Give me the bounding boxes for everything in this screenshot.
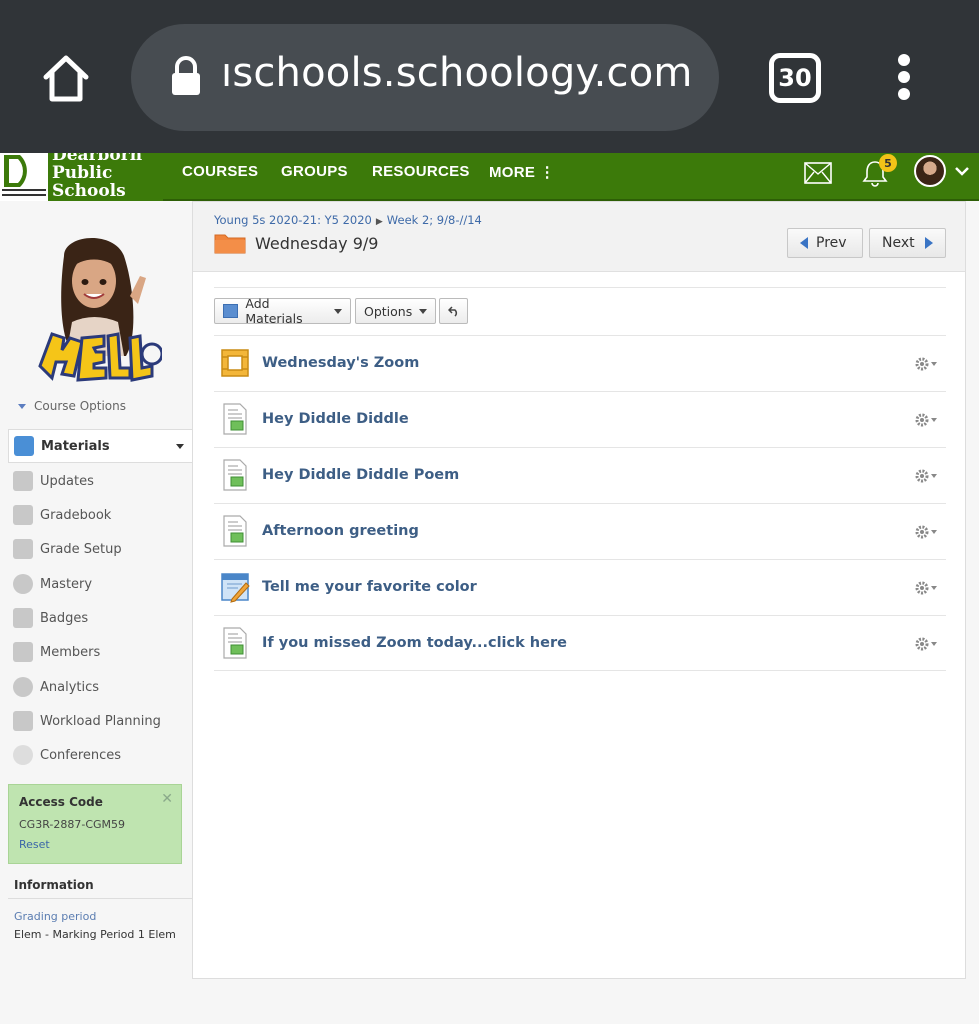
access-code-panel: Access Code CG3R-2887-CGM59 Reset ✕ bbox=[8, 784, 182, 864]
access-code-reset-link[interactable]: Reset bbox=[19, 838, 171, 851]
material-title[interactable]: Tell me your favorite color bbox=[262, 579, 477, 595]
list-item[interactable]: Hey Diddle Diddle bbox=[214, 391, 946, 447]
material-title[interactable]: Afternoon greeting bbox=[262, 523, 419, 539]
nav-courses[interactable]: COURSES bbox=[182, 163, 258, 180]
address-bar[interactable]: ıschools.schoology.com bbox=[131, 24, 719, 131]
browser-menu-icon[interactable] bbox=[893, 54, 915, 104]
gear-icon[interactable] bbox=[914, 468, 938, 484]
breadcrumb-folder-link[interactable]: Week 2; 9/8-//14 bbox=[387, 213, 482, 227]
video-icon bbox=[13, 745, 33, 765]
sidebar-item-grade-setup[interactable]: Grade Setup bbox=[8, 532, 192, 566]
school-logo-image bbox=[0, 153, 48, 201]
school-logo[interactable]: Dearborn Public Schools bbox=[0, 153, 163, 201]
person-icon bbox=[13, 642, 33, 662]
divider bbox=[8, 898, 192, 899]
access-code-value: CG3R-2887-CGM59 bbox=[19, 818, 126, 831]
course-profile-image bbox=[38, 237, 162, 382]
site-header: Dearborn Public Schools COURSES GROUPS R… bbox=[0, 153, 979, 201]
nav-resources[interactable]: RESOURCES bbox=[372, 163, 470, 180]
nav-more[interactable]: MORE ⋮ bbox=[489, 163, 555, 181]
folder-header: Young 5s 2020-21: Y5 2020 ▶ Week 2; 9/8-//… bbox=[193, 202, 965, 272]
chevron-down-icon[interactable] bbox=[176, 444, 184, 449]
star-icon bbox=[13, 608, 33, 628]
link-icon bbox=[221, 349, 249, 377]
page-title: Wednesday 9/9 bbox=[255, 234, 379, 253]
list-item[interactable]: Tell me your favorite color bbox=[214, 559, 946, 615]
undo-icon bbox=[447, 306, 457, 317]
mastery-icon bbox=[13, 574, 33, 594]
breadcrumb-course-link[interactable]: Young 5s 2020-21: Y5 2020 bbox=[214, 213, 372, 227]
page-icon bbox=[223, 627, 247, 659]
page-icon bbox=[223, 459, 247, 491]
nav-groups[interactable]: GROUPS bbox=[281, 163, 348, 180]
list-item[interactable]: Afternoon greeting bbox=[214, 503, 946, 559]
gradebook-icon bbox=[13, 505, 33, 525]
material-title[interactable]: Hey Diddle Diddle Poem bbox=[262, 467, 459, 483]
sidebar-item-gradebook[interactable]: Gradebook bbox=[8, 498, 192, 532]
arrow-left-icon bbox=[800, 237, 808, 249]
url-text: ıschools.schoology.com bbox=[221, 50, 693, 96]
chevron-down-icon[interactable] bbox=[953, 162, 971, 180]
avatar[interactable] bbox=[914, 155, 946, 187]
sidebar-item-badges[interactable]: Badges bbox=[8, 601, 192, 635]
course-sidebar: Course Options Materials Updates Gradebo… bbox=[0, 201, 192, 1024]
breadcrumb-separator-icon: ▶ bbox=[375, 217, 383, 227]
sidebar-item-analytics[interactable]: Analytics bbox=[8, 670, 192, 704]
home-icon[interactable] bbox=[38, 50, 94, 106]
gear-icon[interactable] bbox=[914, 524, 938, 540]
access-code-title: Access Code bbox=[19, 795, 103, 809]
close-icon[interactable]: ✕ bbox=[161, 791, 173, 807]
prev-button[interactable]: Prev bbox=[787, 228, 863, 258]
folder-icon bbox=[214, 234, 246, 254]
sidebar-item-members[interactable]: Members bbox=[8, 635, 192, 669]
updates-icon bbox=[13, 471, 33, 491]
information-heading: Information bbox=[14, 878, 94, 892]
sidebar-item-mastery[interactable]: Mastery bbox=[8, 567, 192, 601]
lock-icon bbox=[172, 56, 200, 95]
list-item[interactable]: If you missed Zoom today...click here bbox=[214, 615, 946, 671]
course-options-toggle[interactable]: Course Options bbox=[18, 399, 126, 413]
grading-period-label: Grading period bbox=[14, 910, 97, 923]
material-title[interactable]: Wednesday's Zoom bbox=[262, 355, 419, 371]
list-item[interactable]: Hey Diddle Diddle Poem bbox=[214, 447, 946, 503]
grade-setup-icon bbox=[13, 539, 33, 559]
pie-chart-icon bbox=[13, 677, 33, 697]
material-title[interactable]: If you missed Zoom today...click here bbox=[262, 635, 567, 651]
add-materials-button[interactable]: Add Materials bbox=[214, 296, 351, 326]
materials-icon bbox=[14, 436, 34, 456]
gear-icon[interactable] bbox=[914, 356, 938, 372]
sidebar-item-updates[interactable]: Updates bbox=[8, 464, 192, 498]
breadcrumb: Young 5s 2020-21: Y5 2020 ▶ Week 2; 9/8-//… bbox=[214, 213, 482, 227]
undo-button[interactable] bbox=[439, 298, 468, 324]
page-icon bbox=[223, 515, 247, 547]
sidebar-item-workload-planning[interactable]: Workload Planning bbox=[8, 704, 192, 738]
materials-list: Wednesday's Zoom Hey Diddle Diddle Hey D… bbox=[214, 335, 946, 671]
sidebar-item-materials[interactable]: Materials bbox=[8, 429, 192, 463]
chevron-down-icon bbox=[419, 308, 428, 314]
sidebar-item-conferences[interactable]: Conferences bbox=[8, 738, 192, 772]
notification-badge: 5 bbox=[879, 154, 897, 172]
next-button[interactable]: Next bbox=[869, 228, 946, 258]
browser-toolbar: ıschools.schoology.com 30 bbox=[0, 0, 979, 153]
divider bbox=[214, 287, 946, 288]
assignment-icon bbox=[221, 573, 250, 603]
mail-icon[interactable] bbox=[804, 162, 832, 184]
gear-icon[interactable] bbox=[914, 412, 938, 428]
grading-period-value: Elem - Marking Period 1 Elem bbox=[14, 928, 176, 941]
gear-icon[interactable] bbox=[914, 636, 938, 652]
material-title[interactable]: Hey Diddle Diddle bbox=[262, 411, 409, 427]
list-item[interactable]: Wednesday's Zoom bbox=[214, 335, 946, 391]
gear-icon[interactable] bbox=[914, 580, 938, 596]
add-materials-icon bbox=[223, 304, 239, 318]
chevron-down-icon bbox=[334, 308, 342, 314]
calendar-icon bbox=[13, 711, 33, 731]
arrow-right-icon bbox=[924, 237, 933, 249]
options-button[interactable]: Options bbox=[355, 298, 436, 324]
page-icon bbox=[223, 403, 247, 435]
tab-switcher-button[interactable]: 30 bbox=[769, 53, 821, 103]
school-logo-text: Dearborn Public Schools bbox=[52, 153, 143, 201]
materials-panel: Young 5s 2020-21: Y5 2020 ▶ Week 2; 9/8-//… bbox=[192, 201, 966, 979]
